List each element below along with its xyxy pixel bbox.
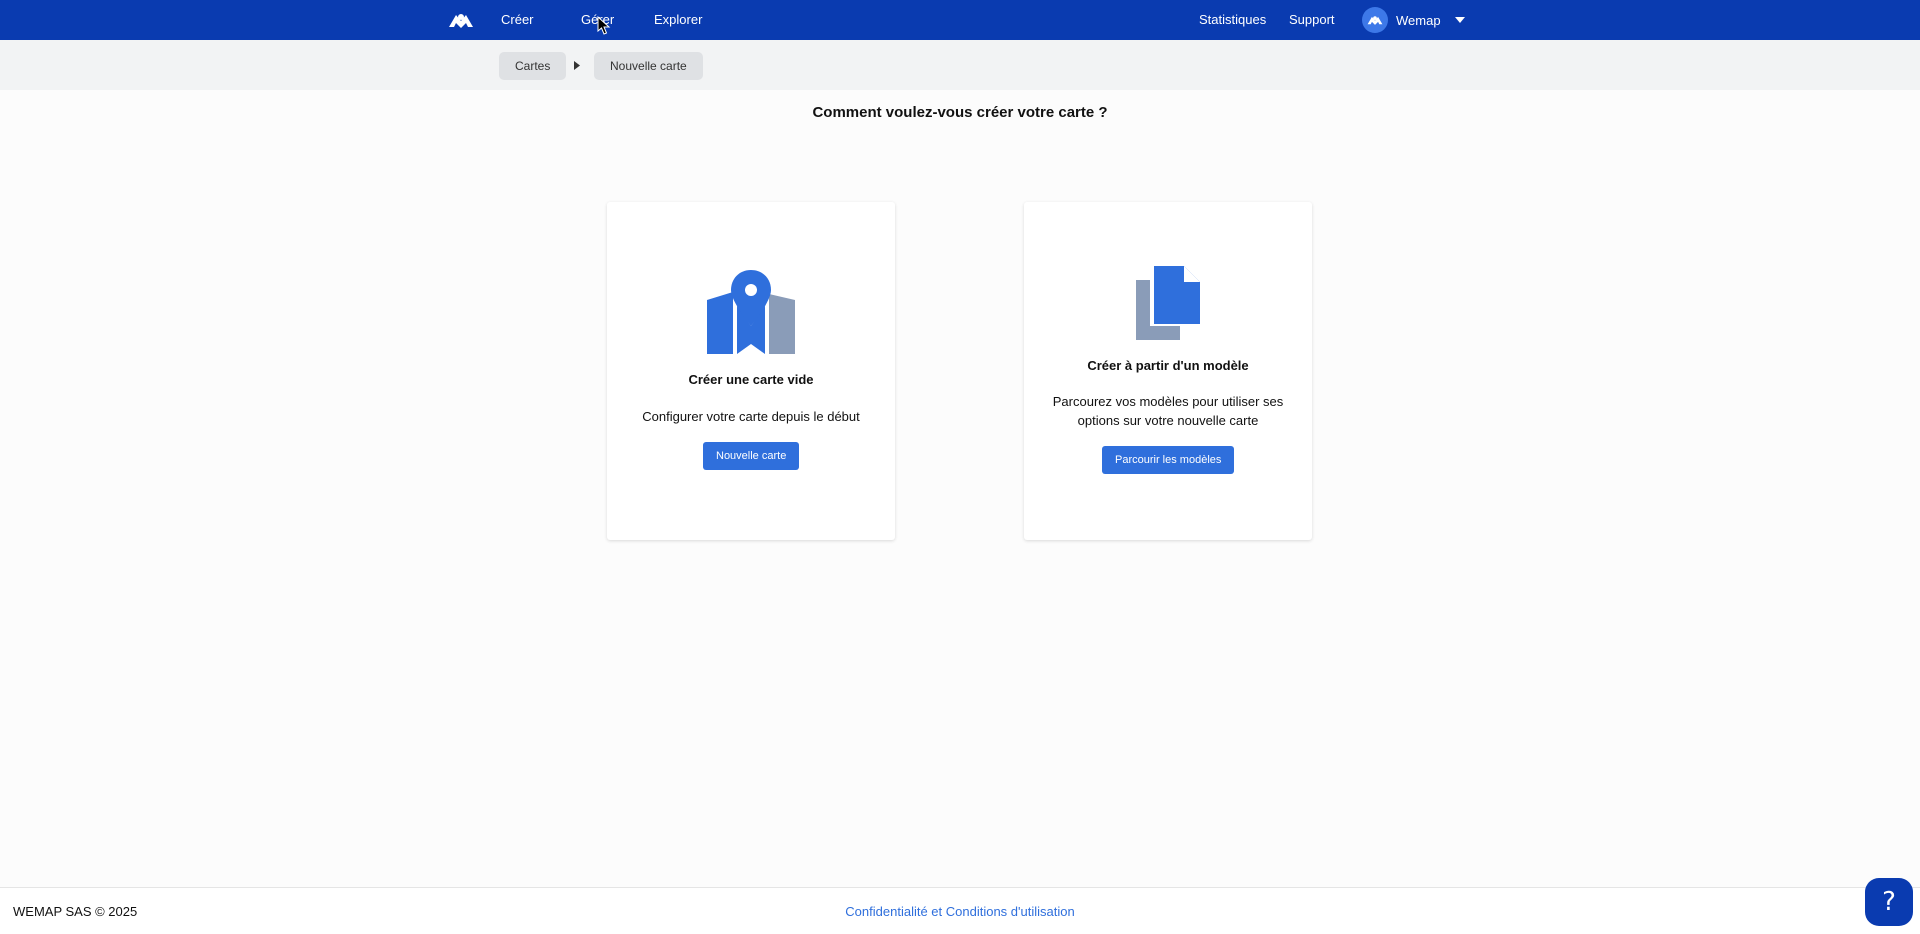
nav-item-creer[interactable]: Créer [501, 0, 534, 40]
caret-down-icon [1454, 17, 1465, 23]
user-menu[interactable]: Wemap [1362, 7, 1465, 33]
card-from-template: Créer à partir d'un modèle Parcourez vos… [1024, 202, 1312, 540]
browse-templates-button[interactable]: Parcourir les modèles [1102, 446, 1235, 474]
breadcrumb-item-nouvelle-carte[interactable]: Nouvelle carte [594, 52, 703, 80]
breadcrumb: Cartes Nouvelle carte [0, 40, 1920, 90]
help-button[interactable]: ? [1865, 878, 1913, 926]
card-description: Configurer votre carte depuis le début [642, 409, 860, 424]
top-navigation-bar: Créer Gérer Explorer Statistiques Suppor… [0, 0, 1920, 40]
nav-item-support[interactable]: Support [1289, 0, 1335, 40]
card-title: Créer une carte vide [688, 372, 814, 387]
breadcrumb-item-cartes[interactable]: Cartes [499, 52, 567, 80]
privacy-terms-link[interactable]: Confidentialité et Conditions d'utilisat… [0, 904, 1920, 919]
help-question-icon: ? [1882, 887, 1896, 917]
wemap-avatar-icon [1362, 7, 1388, 33]
card-description: Parcourez vos modèles pour utiliser ses … [1052, 394, 1284, 428]
nav-item-gerer[interactable]: Gérer [581, 0, 614, 40]
nav-item-statistiques[interactable]: Statistiques [1199, 0, 1266, 40]
map-pin-icon [607, 270, 895, 354]
copy-documents-icon [1024, 266, 1312, 340]
card-empty-map: Créer une carte vide Configurer votre ca… [607, 202, 895, 540]
new-map-button[interactable]: Nouvelle carte [703, 442, 800, 470]
user-name: Wemap [1396, 12, 1441, 28]
page-title: Comment voulez-vous créer votre carte ? [812, 104, 1108, 121]
nav-item-explorer[interactable]: Explorer [654, 0, 702, 40]
card-title: Créer à partir d'un modèle [1087, 358, 1249, 373]
footer: WEMAP SAS © 2025 Confidentialité et Cond… [0, 887, 1920, 934]
caret-right-icon [574, 61, 580, 70]
wemap-logo-icon[interactable] [447, 10, 475, 30]
